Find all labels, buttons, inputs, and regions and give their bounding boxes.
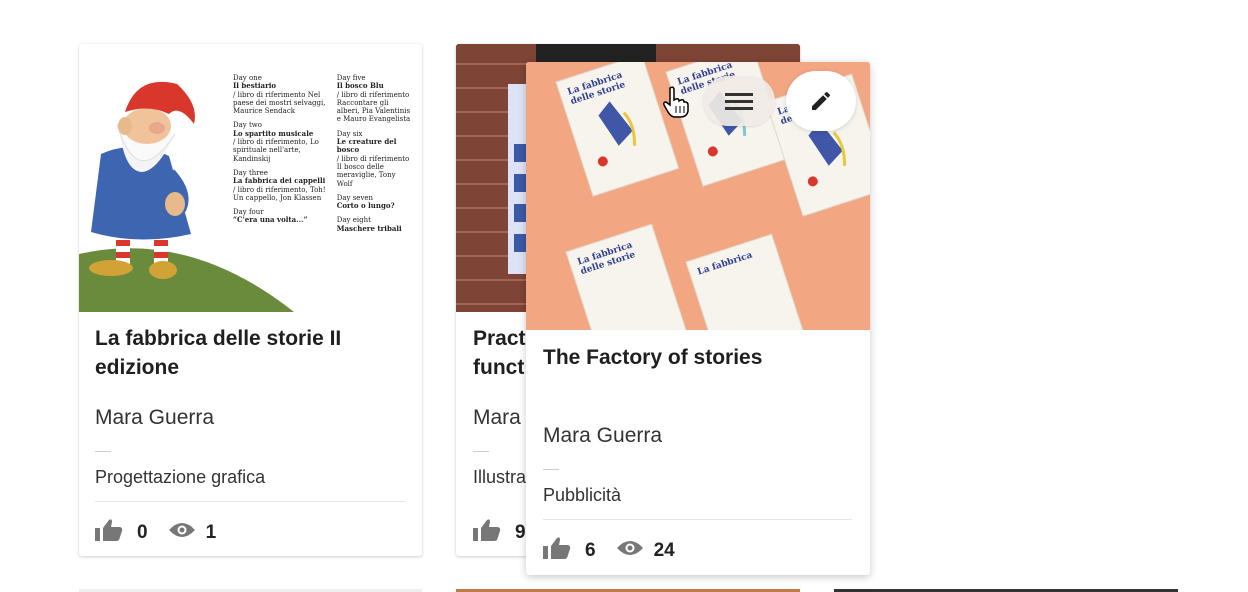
poster-day-text: / libro di riferimento, Lo spirituale ne… [233,138,319,163]
likes-count: 9 [515,522,526,543]
divider-dash [543,469,559,470]
project-card-fabbrica-storie-ii[interactable]: Day one Il bestiario / libro di riferiment… [79,44,422,556]
divider-dash [473,451,489,452]
poster-day-text: / libro di riferimento Raccontare gli al… [336,90,411,124]
card-category: Illustra [473,467,527,487]
project-card-factory-of-stories[interactable]: La fabbrica delle storie La fabbrica del… [526,62,870,575]
card-title-line-2[interactable]: funct [473,353,524,382]
likes-count: 0 [137,522,148,543]
poster-day-title: Corto o lungo? [336,201,395,211]
poster-day-title: La fabbrica dei cappelli [233,176,326,186]
poster-day-text: / libro di riferimento, Toh! Un cappello… [233,185,326,202]
card-separator [543,519,852,520]
card-stats: 9 [473,518,526,548]
card-title-line-1[interactable]: Pract [473,324,526,353]
card-edit-button[interactable] [786,71,856,131]
card-author[interactable]: Mara Guerra [95,406,214,430]
divider-dash [95,451,111,452]
poster-column-2: Day five Il bosco Blu / libro di riferimen… [337,74,413,233]
card-author[interactable]: Mara [473,406,521,430]
poster-day-title: Maschere tribali [336,223,402,233]
card-title[interactable]: La fabbrica delle storie II edizione [95,324,395,382]
card-separator [95,501,405,502]
poster-day-title: Le creature del bosco [336,137,397,155]
card-category: Progettazione grafica [95,467,266,487]
card-stats: 6 24 [543,536,675,566]
card-author[interactable]: Mara Guerra [543,424,662,448]
thumbs-up-icon[interactable] [95,518,123,548]
thumbs-up-icon[interactable] [473,518,501,548]
card-menu-button[interactable] [703,76,775,126]
card-stats: 0 1 [95,518,216,548]
pencil-icon [812,91,831,110]
poster-column-1: Day one Il bestiario / libro di riferiment… [233,74,331,233]
poster-text-columns: Day one Il bestiario / libro di riferiment… [233,74,413,233]
card-title[interactable]: The Factory of stories [543,343,762,372]
likes-count: 6 [585,540,596,561]
poster-day-title: “C'era una volta...” [233,215,308,225]
hamburger-menu-icon [725,93,753,110]
thumbs-up-icon[interactable] [543,536,571,566]
poster-day-title: Lo spartito musicale [233,128,314,138]
poster-day-title: Il bosco Blu [336,81,384,91]
poster-day-title: Il bestiario [233,81,277,91]
eye-icon [616,539,644,563]
views-count: 24 [653,540,675,561]
poster-day-text: / libro di riferimento Nel paese dei mos… [233,90,326,116]
views-count: 1 [205,522,217,543]
card-category: Pubblicità [543,485,622,505]
eye-icon [168,521,196,545]
hand-pointer-icon [662,86,690,123]
poster-day-text: / libro di riferimento Il bosco delle me… [336,154,410,188]
card-thumbnail[interactable]: Day one Il bestiario / libro di riferiment… [79,44,422,312]
